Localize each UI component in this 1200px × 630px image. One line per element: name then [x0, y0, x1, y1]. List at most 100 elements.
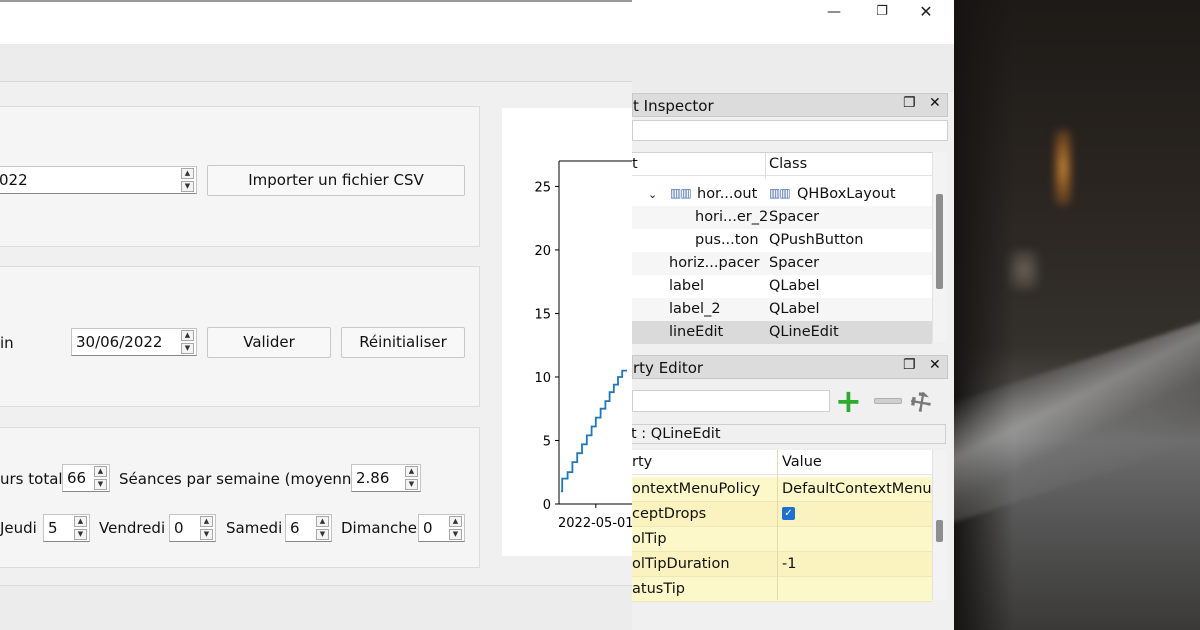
tree-row[interactable]: label_2 QLabel [632, 298, 932, 321]
spin-arrows[interactable]: ▲ ▼ [73, 516, 88, 540]
tree-row-class: QLineEdit [769, 324, 839, 340]
y-tick-label: 20 [534, 244, 551, 259]
float-icon[interactable]: ❐ [903, 357, 916, 373]
title-bar [0, 2, 632, 44]
day-value: 5 [48, 519, 58, 537]
tree-row-selected[interactable]: lineEdit QLineEdit [632, 321, 932, 344]
tree-row[interactable]: label QLabel [632, 275, 932, 298]
tree-row-name: hor...out [697, 186, 758, 202]
spin-arrows[interactable]: ▲ ▼ [93, 466, 108, 490]
day-spinbox-saturday[interactable]: 6 ▲ ▼ [285, 514, 332, 542]
remove-property-icon[interactable] [874, 398, 902, 404]
close-icon[interactable]: ✕ [929, 357, 941, 373]
float-icon[interactable]: ❐ [903, 95, 916, 111]
property-editor-title: rty Editor [633, 359, 704, 377]
close-icon[interactable]: ✕ [929, 95, 941, 111]
start-date-spinbox[interactable]: 022 ▲ ▼ [0, 166, 197, 194]
spin-down-icon[interactable]: ▼ [94, 479, 107, 490]
property-scrollbar[interactable] [932, 450, 946, 600]
spin-down-icon[interactable]: ▼ [200, 529, 213, 540]
day-label-thursday: Jeudi [0, 519, 37, 537]
total-spinbox[interactable]: 66 ▲ ▼ [62, 464, 110, 492]
property-filter-input[interactable] [632, 390, 830, 412]
property-table[interactable]: rty Value ontextMenuPolicy DefaultContex… [632, 450, 932, 602]
property-row[interactable]: olTipDuration -1 [632, 552, 932, 577]
object-inspector-title: t Inspector [633, 97, 714, 115]
spin-arrows[interactable]: ▲ ▼ [180, 330, 195, 354]
tree-row-name: hori...er_2 [695, 209, 769, 225]
stats-group [0, 427, 480, 568]
spin-down-icon[interactable]: ▼ [181, 343, 194, 354]
object-class-line: t : QLineEdit [632, 424, 946, 444]
configure-wrench-icon[interactable]: ⚒ [904, 380, 946, 422]
property-value[interactable]: DefaultContextMenu [782, 481, 932, 497]
property-row[interactable]: ontextMenuPolicy DefaultContextMenu [632, 477, 932, 502]
day-spinbox-sunday[interactable]: 0 ▲ ▼ [418, 514, 465, 542]
main-window: 022 ▲ ▼ Importer un fichier CSV in 30/06/… [0, 0, 632, 630]
property-value[interactable]: -1 [782, 556, 796, 572]
tree-row[interactable]: hori...er_2 Spacer [632, 206, 932, 229]
spin-arrows[interactable]: ▲ ▼ [315, 516, 330, 540]
series-line [561, 369, 627, 493]
add-property-icon[interactable]: + [835, 385, 865, 417]
property-row[interactable]: atusTip [632, 577, 932, 602]
weekly-average-spinbox[interactable]: 2.86 ▲ ▼ [351, 464, 421, 492]
background-photo [954, 0, 1200, 630]
spin-up-icon[interactable]: ▲ [200, 516, 213, 527]
spin-down-icon[interactable]: ▼ [405, 479, 418, 490]
object-tree[interactable]: t Class ⌄ ▥▥ hor...out ▥▥ QHBoxLayout ho… [632, 152, 932, 344]
photo-light [1054, 130, 1072, 205]
tree-scrollbar[interactable] [932, 152, 946, 342]
import-csv-button[interactable]: Importer un fichier CSV [207, 165, 465, 196]
tree-row[interactable]: pus...ton QPushButton [632, 229, 932, 252]
tree-row-class: Spacer [769, 209, 820, 225]
spin-up-icon[interactable]: ▲ [449, 516, 462, 527]
spin-up-icon[interactable]: ▲ [74, 516, 87, 527]
sessions-line-chart: 0 5 10 15 20 25 2022-05-01 [534, 160, 632, 531]
expand-chevron-icon[interactable]: ⌄ [648, 188, 657, 201]
spin-down-icon[interactable]: ▼ [449, 529, 462, 540]
property-name: olTip [632, 531, 667, 547]
minimize-button[interactable]: — [810, 0, 858, 28]
spin-arrows[interactable]: ▲ ▼ [180, 168, 195, 192]
spin-down-icon[interactable]: ▼ [316, 529, 329, 540]
spin-up-icon[interactable]: ▲ [181, 168, 194, 179]
day-label-sunday: Dimanche [341, 519, 418, 537]
photo-shadow [954, 0, 1014, 630]
spin-arrows[interactable]: ▲ ▼ [199, 516, 214, 540]
end-date-label: in [0, 334, 14, 352]
day-spinbox-thursday[interactable]: 5 ▲ ▼ [43, 514, 90, 542]
scrollbar-thumb[interactable] [936, 194, 943, 289]
property-editor-header: rty Editor ❐ ✕ [632, 355, 948, 379]
tree-row-class: QLabel [769, 278, 820, 294]
spin-down-icon[interactable]: ▼ [181, 181, 194, 192]
restore-button[interactable]: ❐ [858, 0, 906, 28]
property-row[interactable]: ceptDrops ✓ [632, 502, 932, 527]
reset-button[interactable]: Réinitialiser [341, 327, 465, 358]
scrollbar-thumb[interactable] [936, 520, 943, 542]
spin-arrows[interactable]: ▲ ▼ [448, 516, 463, 540]
spin-up-icon[interactable]: ▲ [94, 466, 107, 477]
tree-row-name: label_2 [669, 301, 721, 317]
end-date-spinbox[interactable]: 30/06/2022 ▲ ▼ [71, 328, 197, 356]
property-name: ceptDrops [632, 506, 707, 522]
total-value: 66 [67, 469, 87, 487]
property-row[interactable]: olTip [632, 527, 932, 552]
accept-drops-checkbox[interactable]: ✓ [782, 507, 795, 520]
object-filter-input[interactable] [632, 120, 948, 141]
spin-up-icon[interactable]: ▲ [316, 516, 329, 527]
y-tick-label: 15 [534, 307, 551, 322]
validate-button[interactable]: Valider [207, 327, 331, 358]
status-bar [0, 585, 632, 630]
spin-down-icon[interactable]: ▼ [74, 529, 87, 540]
day-spinbox-friday[interactable]: 0 ▲ ▼ [169, 514, 216, 542]
close-button[interactable]: ✕ [902, 0, 950, 28]
spin-up-icon[interactable]: ▲ [405, 466, 418, 477]
tree-row-name: pus...ton [695, 232, 759, 248]
day-label-saturday: Samedi [226, 519, 283, 537]
column-divider [777, 450, 778, 600]
tree-row[interactable]: horiz...pacer Spacer [632, 252, 932, 275]
tree-row[interactable]: ⌄ ▥▥ hor...out ▥▥ QHBoxLayout [632, 183, 932, 206]
spin-arrows[interactable]: ▲ ▼ [404, 466, 419, 490]
spin-up-icon[interactable]: ▲ [181, 330, 194, 341]
